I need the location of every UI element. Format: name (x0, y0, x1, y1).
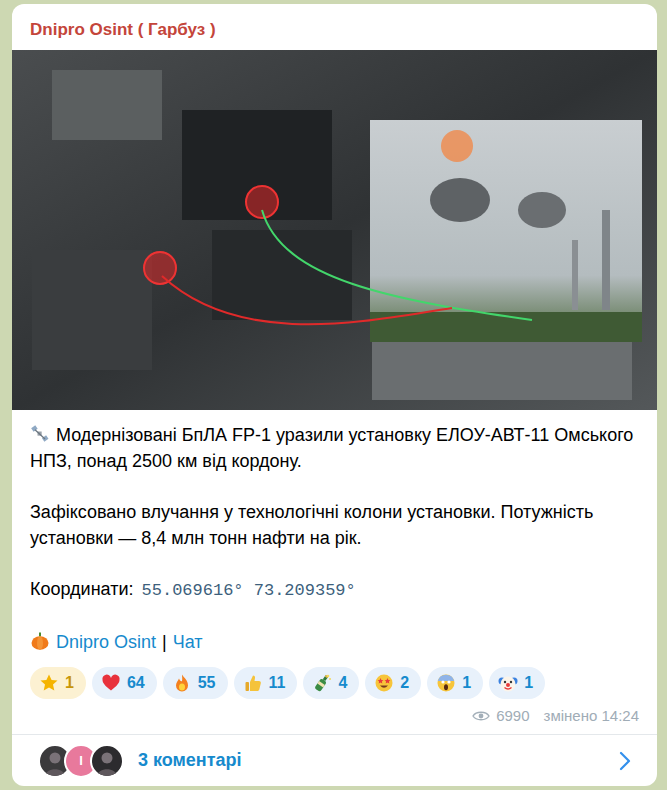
coordinates: Координати: 55.069616° 73.209359° (30, 576, 639, 604)
comments-count[interactable]: 3 коментарі (138, 750, 242, 771)
channel-link[interactable]: Dnipro Osint (56, 632, 156, 652)
post-text: Модернізовані БпЛА FP-1 уразили установк… (12, 410, 657, 734)
views-count: 6990 (496, 707, 529, 724)
reaction-chip[interactable]: 1 (30, 667, 86, 699)
channel-name[interactable]: Dnipro Osint ( Гарбуз ) (12, 4, 657, 50)
chat-link[interactable]: Чат (173, 632, 203, 652)
commenter-avatars: I (38, 744, 124, 778)
photo-image-icon (12, 50, 657, 410)
person-photo-icon (92, 746, 122, 776)
post-meta: 6990 змінено 14:24 (30, 699, 639, 734)
reaction-chip[interactable]: 55 (163, 667, 228, 699)
post-paragraph: Зафіксовано влучання у технологічні коло… (30, 499, 639, 551)
reaction-count: 1 (462, 674, 471, 692)
chevron-right-icon (619, 751, 631, 771)
edited-time: змінено 14:24 (544, 707, 639, 724)
reaction-count: 1 (524, 674, 533, 692)
coordinates-value[interactable]: 55.069616° 73.209359° (142, 581, 356, 600)
scream-icon (436, 673, 456, 693)
reaction-chip[interactable]: 1 (489, 667, 545, 699)
reaction-count: 2 (400, 674, 409, 692)
reaction-chip[interactable]: 2 (365, 667, 421, 699)
thumbs-up-icon (243, 673, 263, 693)
chat-background: Dnipro Osint ( Гарбуз ) Модернізовані БпЛ… (0, 0, 667, 790)
reaction-chip[interactable]: 64 (92, 667, 157, 699)
star-struck-icon (374, 673, 394, 693)
star-icon (39, 673, 59, 693)
comments-row[interactable]: I 3 коментарі (12, 734, 657, 786)
reaction-count: 55 (198, 674, 216, 692)
eye-icon (472, 710, 490, 722)
reaction-count: 4 (338, 674, 347, 692)
reaction-count: 11 (269, 674, 286, 692)
channel-links: Dnipro Osint | Чат (30, 629, 639, 655)
reaction-chip[interactable]: 11 (234, 667, 298, 699)
reactions-bar: 16455114211 (30, 667, 639, 699)
reaction-count: 64 (127, 674, 145, 692)
commenter-avatar (90, 744, 124, 778)
channel-post: Dnipro Osint ( Гарбуз ) Модернізовані БпЛ… (12, 4, 657, 786)
post-photo[interactable] (12, 50, 657, 410)
clown-icon (498, 673, 518, 693)
link-separator: | (162, 632, 167, 652)
coordinates-label: Координати: (30, 579, 134, 599)
heart-icon (101, 673, 121, 693)
satellite-icon (30, 424, 50, 444)
fire-icon (172, 673, 192, 693)
pumpkin-icon (30, 631, 50, 651)
avatar-letter: I (79, 753, 83, 768)
reaction-chip[interactable]: 4 (303, 667, 359, 699)
reaction-chip[interactable]: 1 (427, 667, 483, 699)
champagne-icon (312, 673, 332, 693)
post-paragraph: Модернізовані БпЛА FP-1 уразили установк… (30, 422, 639, 474)
reaction-count: 1 (65, 674, 74, 692)
